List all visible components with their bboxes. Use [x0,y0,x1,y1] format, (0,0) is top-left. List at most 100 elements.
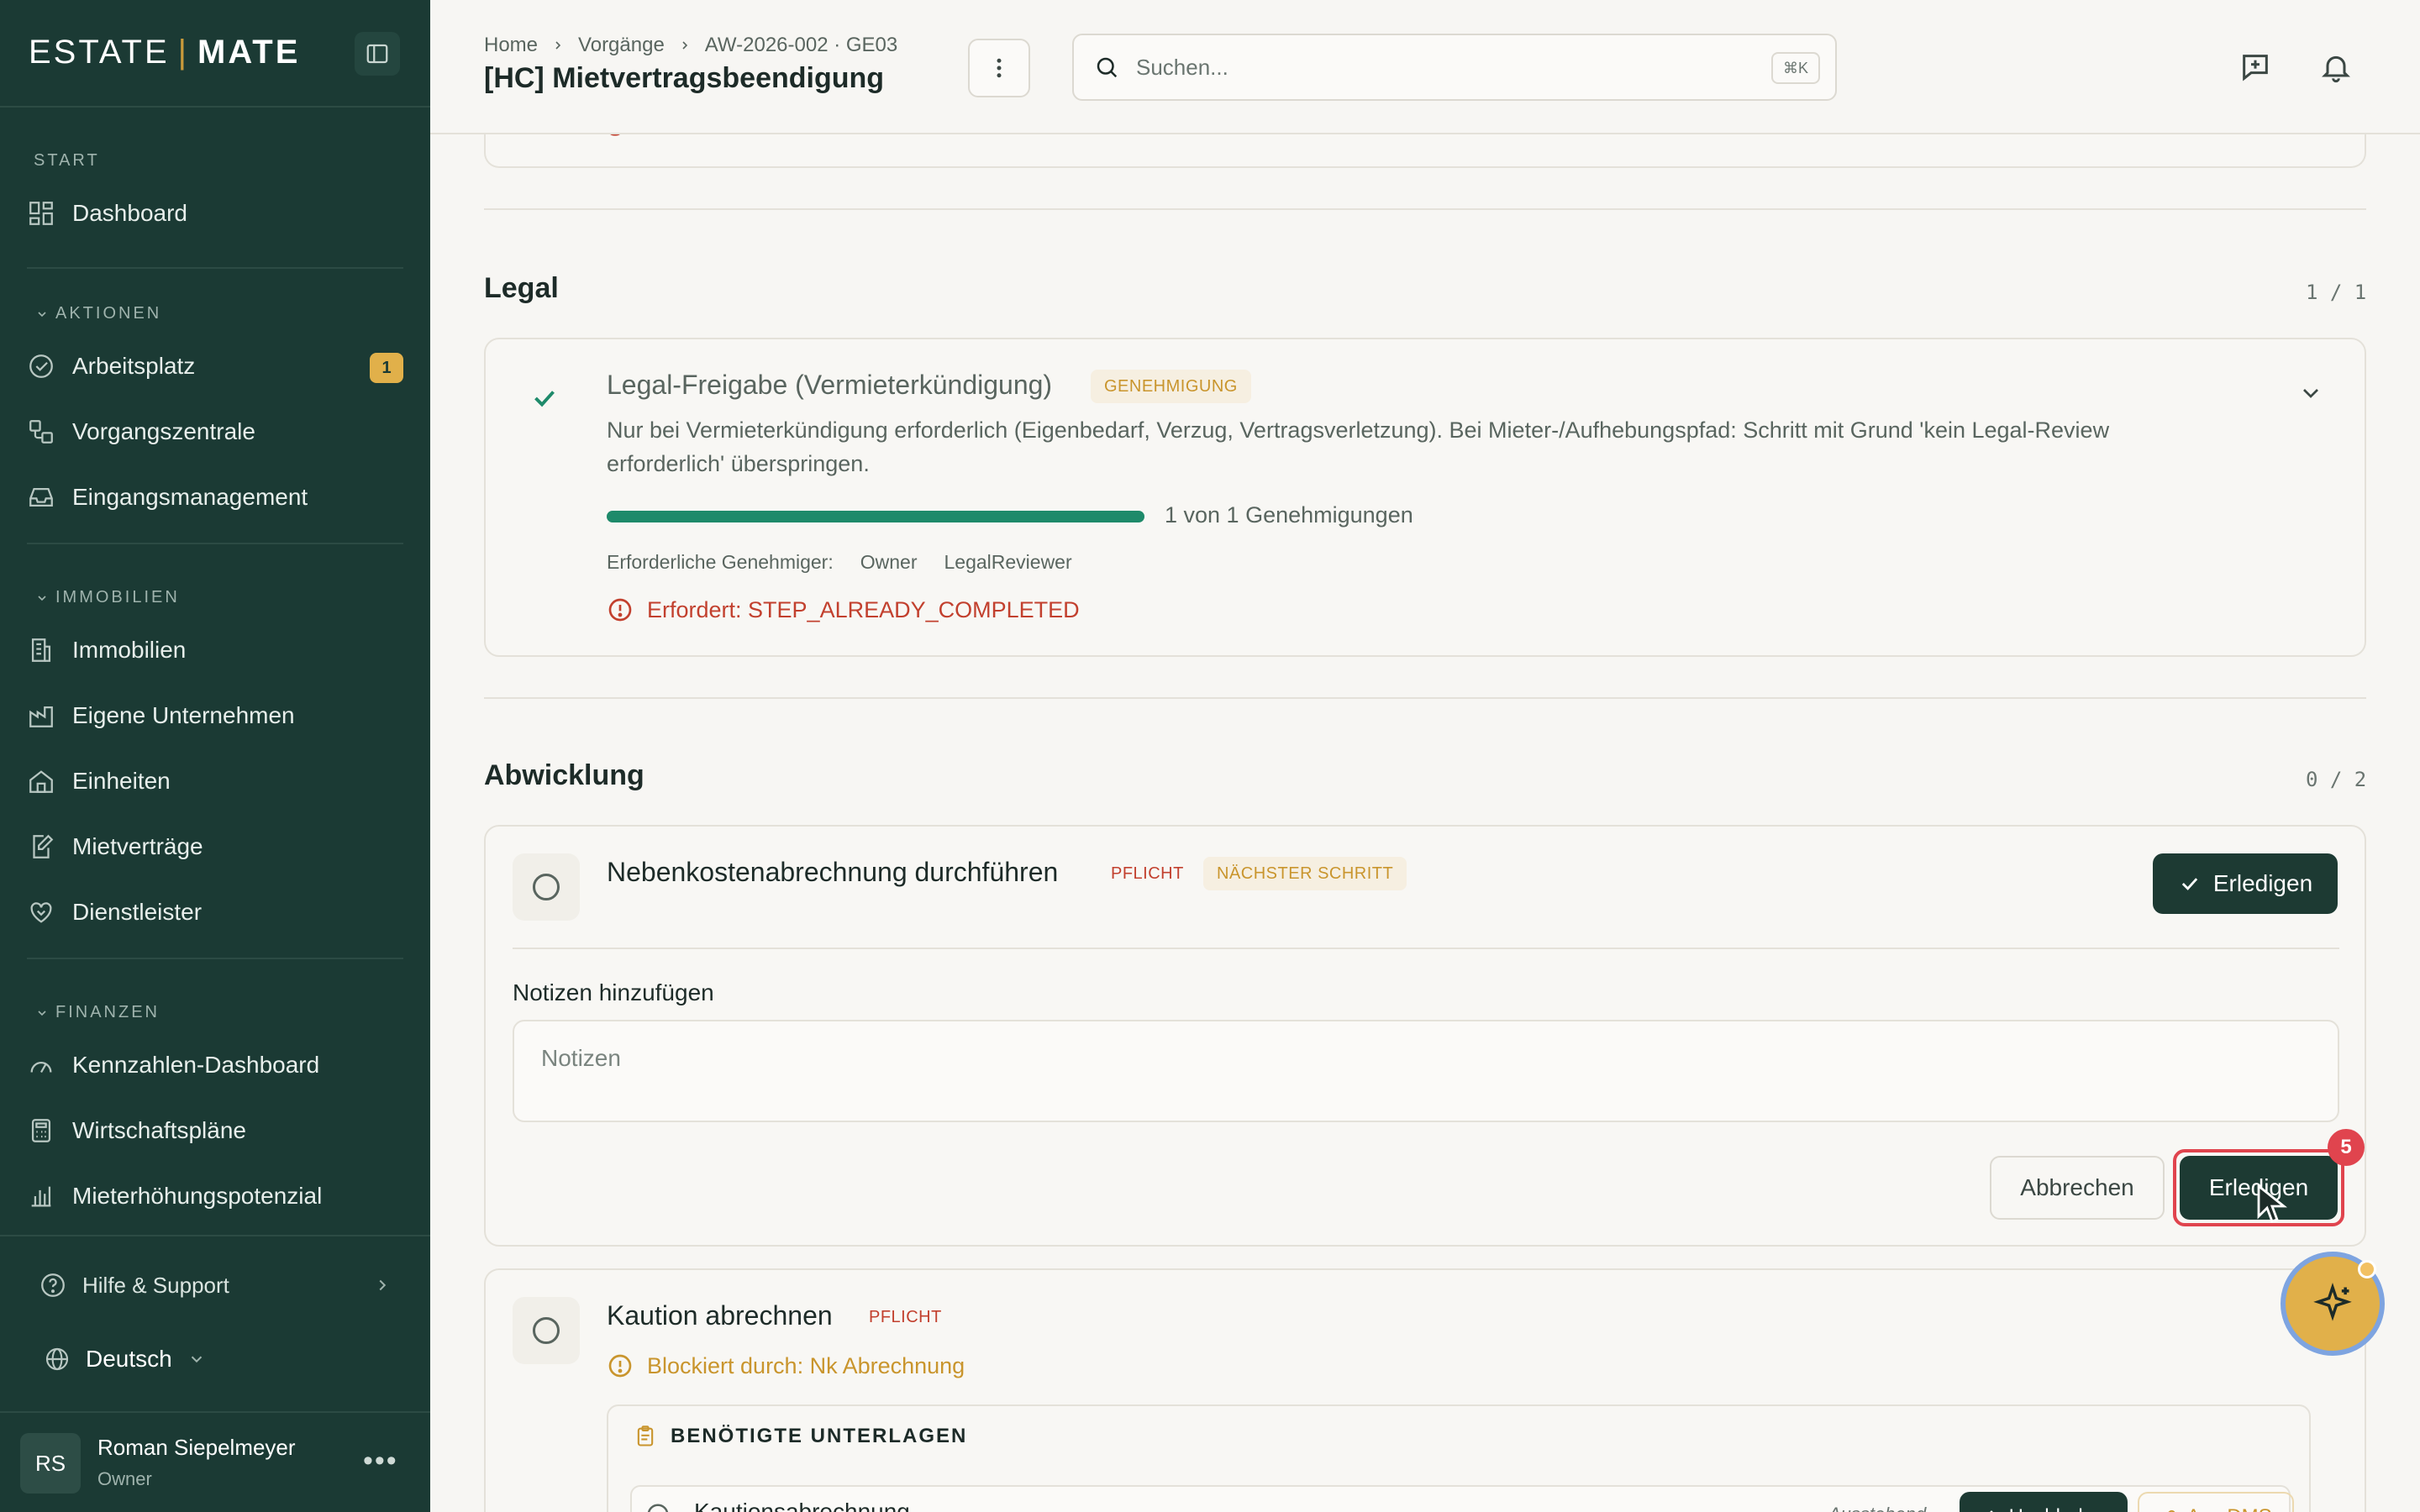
step-status-radio[interactable] [513,1297,580,1364]
chevron-right-icon [379,1279,387,1291]
sidebar-divider [27,958,403,959]
documents-header-label: BENÖTIGTE UNTERLAGEN [671,1425,968,1447]
more-options-icon[interactable]: ••• [363,1445,398,1478]
check-icon [2181,878,2198,890]
search-input[interactable]: Suchen... ⌘K [1072,34,1837,101]
notification-dot [2358,1260,2376,1278]
sparkles-icon [2313,1283,2352,1321]
sidebar-item-label: Dashboard [72,200,187,226]
section-toggle-aktionen[interactable]: AKTIONEN [35,304,161,323]
check-icon [534,391,555,407]
avatar: RS [20,1433,81,1494]
breadcrumb-current: AW-2026-002 · GE03 [704,34,898,56]
section-progress-count: 1 / 1 [2306,281,2367,304]
link-icon [2168,1509,2175,1512]
radio-circle-icon [533,1317,560,1344]
section-toggle-finanzen[interactable]: FINANZEN [35,1003,160,1022]
approver-chip: LegalReviewer [944,551,1072,573]
sidebar-item-arbeitsplatz[interactable]: Arbeitsplatz 1 [27,341,403,391]
sidebar-item-immobilien[interactable]: Immobilien [27,625,403,675]
sidebar-item-dashboard[interactable]: Dashboard [27,188,403,239]
sidebar-item-label: Eigene Unternehmen [72,702,295,728]
chevron-down-icon [38,1010,46,1016]
button-label: Aus DMS [2186,1505,2271,1512]
sidebar-item-eigene-unternehmen[interactable]: Eigene Unternehmen [27,690,403,741]
page-title: [HC] Mietvertragsbeendigung [484,62,885,94]
section-toggle-immobilien[interactable]: IMMOBILIEN [35,588,180,607]
section-label-immobilien: IMMOBILIEN [55,588,180,606]
sidebar-item-label: Mietverträge [72,833,203,859]
sidebar-divider [0,1235,430,1236]
step-title: Nebenkostenabrechnung durchführen [607,857,1059,887]
breadcrumb-home[interactable]: Home [484,34,538,57]
keyboard-shortcut-hint: ⌘K [1770,52,1820,84]
globe-icon [45,1347,69,1371]
sidebar-item-wirtschaftsplaene[interactable]: Wirtschaftspläne [27,1105,403,1156]
contract-edit-icon [33,834,54,858]
approvers-label: Erforderliche Genehmiger: [607,551,834,573]
sidebar-divider [27,267,403,269]
chevron-down-icon[interactable] [2297,380,2324,407]
more-actions-button[interactable] [968,39,1030,97]
check-circle-icon [29,354,53,378]
section-title-legal: Legal [484,272,559,304]
notes-label: Notizen hinzufügen [513,979,714,1005]
description-line: erforderlich' überspringen. [607,451,870,476]
notes-textarea[interactable]: Notizen [513,1020,2339,1122]
circle-icon [647,1504,669,1512]
sidebar-divider [27,543,403,544]
feedback-button[interactable] [2233,45,2277,89]
sidebar-item-label: Mieterhöhungspotenzial [72,1183,323,1209]
approver-chip: Owner [860,551,918,573]
error-text: Erfordert: STEP_ALREADY_COMPLETED [647,596,1080,622]
section-label-finanzen: FINANZEN [55,1003,160,1021]
step-description: Nur bei Vermieterkündigung erforderlich … [607,413,2287,480]
help-support-link[interactable]: Hilfe & Support [39,1260,392,1310]
sidebar-item-label: Kennzahlen-Dashboard [72,1052,320,1078]
from-dms-button[interactable]: Aus DMS [2138,1492,2294,1512]
upload-button[interactable]: Hochladen [1960,1492,2128,1512]
next-step-badge: NÄCHSTER SCHRITT [1203,857,1407,890]
sidebar-item-dienstleister[interactable]: Dienstleister [27,887,403,937]
brand-separator: | [177,34,190,71]
top-header: Home Vorgänge AW-2026-002 · GE03 [HC] Mi… [430,0,2420,134]
inbox-icon [29,487,53,507]
complete-step-button[interactable]: Erledigen [2153,853,2338,914]
section-progress-count: 0 / 2 [2306,768,2367,791]
sidebar-item-mieterhoehungspotenzial[interactable]: Mieterhöhungspotenzial [27,1171,403,1221]
document-row: Kautionsabrechnung Ausstehend Hochladen … [630,1485,2294,1512]
chevron-right-icon [555,41,561,50]
sidebar-item-label: Vorgangszentrale [72,418,255,444]
step-status-radio[interactable] [513,853,580,921]
cancel-button[interactable]: Abbrechen [1990,1156,2165,1220]
bell-icon [2322,55,2350,83]
bar-chart-icon [31,1186,51,1207]
brand-right: MATE [197,34,301,71]
progress-fill [607,511,1144,522]
approval-progress-bar [607,511,1144,522]
sidebar-item-kennzahlen-dashboard[interactable]: Kennzahlen-Dashboard [27,1040,403,1090]
building-icon [31,638,51,662]
required-approvers: Erforderliche Genehmiger: Owner LegalRev… [607,551,1072,574]
document-name: Kautionsabrechnung [694,1499,910,1512]
chevron-down-icon [38,311,46,317]
step-error-message: Erfordert: STEP_ALREADY_COMPLETED [607,596,1080,623]
card-divider [513,948,2339,949]
sidebar-item-eingangsmanagement[interactable]: Eingangsmanagement [27,472,403,522]
handshake-icon [30,902,52,923]
user-profile[interactable]: RS Roman Siepelmeyer Owner ••• [0,1411,430,1512]
sidebar-item-vorgangszentrale[interactable]: Vorgangszentrale [27,407,403,457]
breadcrumb-vorgaenge[interactable]: Vorgänge [578,34,665,57]
sidebar-item-label: Dienstleister [72,899,203,925]
button-label: Hochladen [2009,1505,2106,1512]
notifications-button[interactable] [2314,45,2358,89]
sidebar-item-mietvertraege[interactable]: Mietverträge [27,822,403,872]
sidebar-collapse-button[interactable] [355,32,400,76]
brand-logo[interactable]: ESTATE | MATE [29,34,300,71]
sidebar: ESTATE | MATE START Dashboard AKTIONEN Arb… [0,0,430,1512]
language-label: Deutsch [86,1346,172,1372]
brand-left: ESTATE [29,34,170,71]
sidebar-item-einheiten[interactable]: Einheiten [27,756,403,806]
sidebar-item-label: Einheiten [72,768,171,794]
language-select[interactable]: Deutsch [44,1334,206,1384]
